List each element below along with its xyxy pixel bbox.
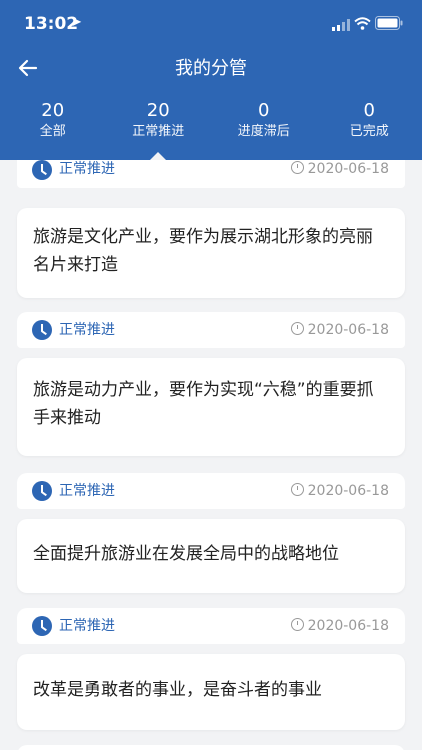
tab-count: 0 (363, 100, 375, 121)
clock-icon (32, 320, 52, 340)
task-list: 正常推进 2020-06-18 旅游是文化产业，要作为展示湖北形象的亮丽名片来打… (0, 160, 422, 750)
status-bar: 13:02 ➤ (0, 0, 422, 48)
date-label: 2020-06-18 (290, 160, 389, 179)
location-arrow-icon: ➤ (71, 15, 82, 30)
wifi-icon (354, 17, 371, 30)
time-icon (290, 483, 304, 496)
item-text: 全面提升旅游业在发展全局中的战略地位 (33, 544, 339, 564)
tab-all[interactable]: 20 全部 (0, 100, 106, 160)
card-header (17, 745, 405, 750)
card-header: 正常推进 2020-06-18 (17, 312, 405, 348)
tab-label: 正常推进 (132, 124, 185, 139)
date-label: 2020-06-18 (290, 320, 389, 340)
tab-completed[interactable]: 0 已完成 (317, 100, 422, 160)
tab-count: 20 (146, 100, 170, 121)
page-title: 我的分管 (175, 58, 247, 79)
card-header: 正常推进 2020-06-18 (17, 473, 405, 509)
card-body: 全面提升旅游业在发展全局中的战略地位 (17, 519, 405, 593)
filter-tabs: 20 全部 20 正常推进 0 进度滞后 0 已完成 (0, 100, 422, 160)
date-text: 2020-06-18 (307, 161, 389, 177)
time-icon (290, 618, 304, 631)
status-label: 正常推进 (59, 483, 115, 499)
time-icon (290, 161, 304, 174)
signal-icon (332, 19, 350, 31)
clock-icon (32, 481, 52, 501)
item-text: 旅游是动力产业，要作为实现“六稳”的重要抓手来推动 (33, 380, 374, 428)
card-header: 正常推进 2020-06-18 (17, 608, 405, 644)
item-text: 改革是勇敢者的事业，是奋斗者的事业 (33, 680, 322, 700)
time-icon (290, 322, 304, 335)
tab-label: 进度滞后 (237, 124, 290, 139)
clock-icon (32, 160, 52, 180)
status-label: 正常推进 (59, 322, 115, 338)
tab-delayed[interactable]: 0 进度滞后 (211, 100, 317, 160)
date-text: 2020-06-18 (307, 483, 389, 499)
status-label: 正常推进 (59, 161, 115, 177)
date-label: 2020-06-18 (290, 481, 389, 501)
card-header: 正常推进 2020-06-18 (17, 160, 405, 188)
card-body: 旅游是文化产业，要作为展示湖北形象的亮丽名片来打造 (17, 208, 405, 298)
item-text: 旅游是文化产业，要作为展示湖北形象的亮丽名片来打造 (33, 227, 373, 275)
clock-icon (32, 616, 52, 636)
card-body: 旅游是动力产业，要作为实现“六稳”的重要抓手来推动 (17, 358, 405, 456)
tab-label: 全部 (39, 124, 66, 139)
active-tab-indicator (150, 152, 167, 160)
date-label: 2020-06-18 (290, 616, 389, 636)
date-text: 2020-06-18 (307, 322, 389, 338)
status-label: 正常推进 (59, 618, 115, 634)
app-header: 13:02 ➤ 我的分管 20 全部 20 正常推进 0 进度滞后 0 已完成 (0, 0, 422, 160)
tab-normal-progress[interactable]: 20 正常推进 (106, 100, 212, 160)
tab-count: 20 (41, 100, 65, 121)
date-text: 2020-06-18 (307, 618, 389, 634)
card-body: 改革是勇敢者的事业，是奋斗者的事业 (17, 654, 405, 730)
status-time: 13:02 (24, 14, 79, 34)
battery-icon (375, 16, 403, 30)
tab-label: 已完成 (349, 124, 389, 139)
tab-count: 0 (258, 100, 270, 121)
